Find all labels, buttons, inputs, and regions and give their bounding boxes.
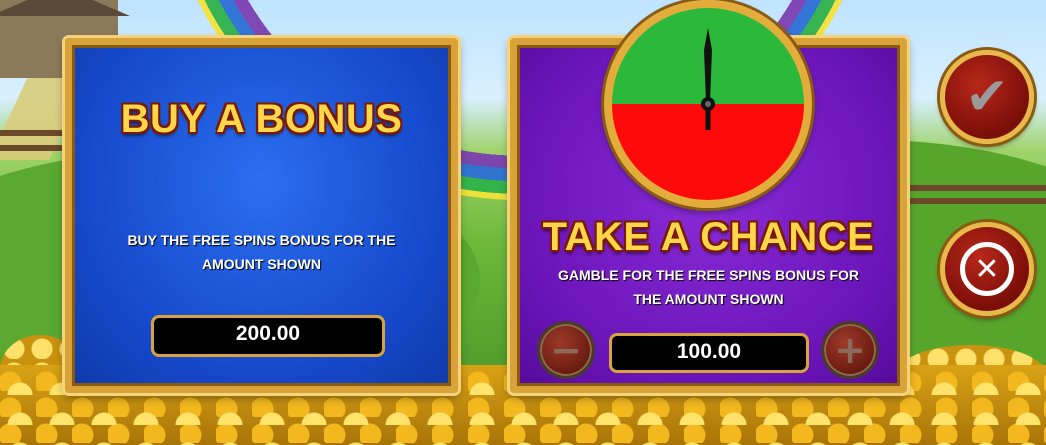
close-icon: ✕ — [960, 242, 1014, 296]
increase-amount-button[interactable]: + — [821, 321, 879, 379]
fence-left — [0, 130, 70, 136]
take-chance-description: GAMBLE FOR THE FREE SPINS BONUS FOR THE … — [517, 263, 900, 311]
buy-bonus-description-line1: BUY THE FREE SPINS BONUS FOR THE — [127, 232, 396, 248]
wheel-needle — [701, 28, 715, 130]
cancel-button[interactable]: ✕ — [940, 222, 1034, 316]
gamble-wheel — [604, 0, 812, 208]
confirm-button[interactable]: ✔ — [940, 50, 1034, 144]
take-chance-title: TAKE A CHANCE — [542, 215, 875, 259]
decrease-amount-button[interactable]: − — [537, 321, 595, 379]
fence-right-lower — [905, 198, 1046, 204]
buy-bonus-panel[interactable]: BUY A BONUS BUY THE FREE SPINS BONUS FOR… — [65, 38, 458, 393]
take-chance-description-line2: THE AMOUNT SHOWN — [633, 291, 784, 307]
take-chance-description-line1: GAMBLE FOR THE FREE SPINS BONUS FOR — [557, 267, 859, 283]
fence-right — [905, 185, 1046, 191]
plus-icon: + — [834, 328, 866, 372]
buy-bonus-title: BUY A BONUS — [120, 97, 403, 141]
take-chance-amount: 100.00 — [609, 333, 809, 373]
check-icon: ✔ — [965, 67, 1009, 127]
buy-bonus-description-line2: AMOUNT SHOWN — [202, 256, 321, 272]
minus-icon: − — [550, 328, 582, 372]
fence-left-lower — [0, 145, 70, 151]
buy-bonus-description: BUY THE FREE SPINS BONUS FOR THE AMOUNT … — [72, 228, 451, 276]
buy-bonus-amount: 200.00 — [151, 315, 385, 357]
